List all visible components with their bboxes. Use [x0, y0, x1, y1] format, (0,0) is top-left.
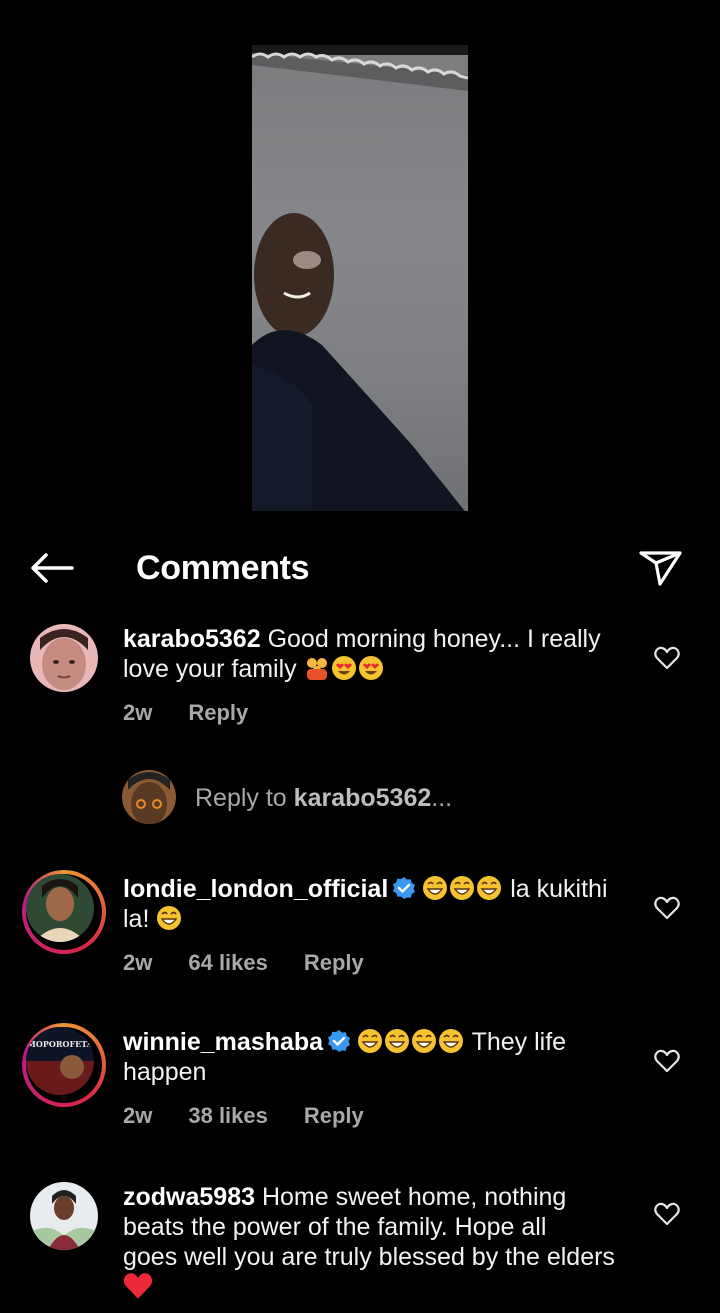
- avatar-logo-text: MOPOROFETA: [27, 1039, 94, 1049]
- reply-composer[interactable]: Reply to karabo5362...: [0, 770, 720, 826]
- avatar-photo: [30, 624, 98, 692]
- media-preview[interactable]: [252, 45, 468, 511]
- comment-text: zodwa5983 Home sweet home, nothing beats…: [123, 1182, 633, 1303]
- heart-eyes-emoji: [331, 656, 356, 680]
- avatar[interactable]: [30, 624, 98, 692]
- comment-body-line1: Home sweet home, nothing: [261, 1183, 567, 1211]
- comment-username[interactable]: londie_london_official: [123, 875, 388, 903]
- avatar-photo: MOPOROFETA: [26, 1027, 94, 1095]
- arrow-left-icon: [31, 553, 74, 583]
- comment-body-line3: goes well you are truly blessed by the e…: [123, 1243, 615, 1271]
- comment-time: 2w: [123, 950, 153, 975]
- page-title: Comments: [136, 549, 310, 587]
- avatar: [122, 770, 176, 824]
- avatar[interactable]: [30, 1182, 98, 1250]
- comment-body-line1: Good morning honey... I really: [267, 625, 601, 653]
- comment-body-line2: love your family: [123, 655, 297, 683]
- comment-item: londie_london_official la kukithi la! 2w…: [0, 870, 720, 982]
- heart-icon[interactable]: [654, 1049, 680, 1073]
- comment-likes[interactable]: 38 likes: [188, 1103, 268, 1128]
- comment-item: zodwa5983 Home sweet home, nothing beats…: [0, 1182, 720, 1313]
- comment-username[interactable]: zodwa5983: [123, 1183, 255, 1211]
- grinning-emoji: [385, 1029, 410, 1053]
- reply-suffix: ...: [431, 784, 453, 812]
- comment-body-line2: la!: [123, 905, 150, 933]
- grinning-emoji: [477, 876, 502, 900]
- comment-time: 2w: [123, 1103, 153, 1128]
- family-emoji: [306, 658, 327, 680]
- comment-meta: 2w 64 likes Reply: [123, 950, 400, 976]
- grinning-emoji: [423, 876, 448, 900]
- comment-text: winnie_mashaba They life happen: [123, 1027, 633, 1087]
- comment-body-line2: beats the power of the family. Hope all: [123, 1213, 547, 1241]
- comment-item: MOPOROFETA winnie_mashaba They life happ…: [0, 1023, 720, 1135]
- comments-header: Comments: [0, 538, 720, 598]
- grinning-emoji: [412, 1029, 437, 1053]
- avatar: MOPOROFETA: [26, 1027, 94, 1095]
- share-button[interactable]: [636, 544, 684, 588]
- heart-icon[interactable]: [654, 1202, 680, 1226]
- person-figure: [252, 213, 465, 511]
- comment-body-line2: happen: [123, 1058, 207, 1086]
- avatar: [26, 874, 94, 942]
- verified-badge-icon: [393, 877, 416, 899]
- verified-badge-icon: [328, 1030, 351, 1052]
- comment-time: 2w: [123, 700, 153, 725]
- grinning-emoji: [358, 1029, 383, 1053]
- comment-username[interactable]: karabo5362: [123, 625, 261, 653]
- comment-body-line1: They life: [471, 1028, 567, 1056]
- comment-item: karabo5362 Good morning honey... I reall…: [0, 624, 720, 734]
- comment-text: londie_london_official la kukithi la!: [123, 874, 633, 934]
- avatar-photo: [30, 1182, 98, 1250]
- heart-eyes-emoji: [358, 656, 383, 680]
- comment-body-line1: la kukithi: [510, 875, 608, 903]
- avatar-photo: [26, 874, 94, 942]
- comment-username[interactable]: winnie_mashaba: [123, 1028, 323, 1056]
- avatar-photo: [122, 770, 176, 824]
- comment-text: karabo5362 Good morning honey... I reall…: [123, 624, 633, 684]
- avatar-story-ring[interactable]: MOPOROFETA: [22, 1023, 106, 1107]
- reply-button[interactable]: Reply: [304, 950, 364, 975]
- reply-prefix: Reply to: [195, 784, 287, 812]
- comment-likes[interactable]: 64 likes: [188, 950, 268, 975]
- grinning-emoji: [157, 906, 182, 930]
- red-heart-emoji: [123, 1273, 153, 1299]
- paper-plane-icon: [639, 551, 682, 586]
- avatar-story-ring[interactable]: [22, 870, 106, 954]
- reply-placeholder[interactable]: Reply to karabo5362...: [195, 784, 452, 813]
- reply-button[interactable]: Reply: [188, 700, 248, 725]
- comment-meta: 2w Reply: [123, 700, 284, 726]
- heart-icon[interactable]: [654, 896, 680, 920]
- heart-icon[interactable]: [654, 646, 680, 670]
- reply-target: karabo5362: [293, 784, 432, 812]
- reply-button[interactable]: Reply: [304, 1103, 364, 1128]
- grinning-emoji: [450, 876, 475, 900]
- grinning-emoji: [439, 1029, 464, 1053]
- comment-meta: 2w 38 likes Reply: [123, 1103, 400, 1129]
- back-button[interactable]: [28, 550, 76, 586]
